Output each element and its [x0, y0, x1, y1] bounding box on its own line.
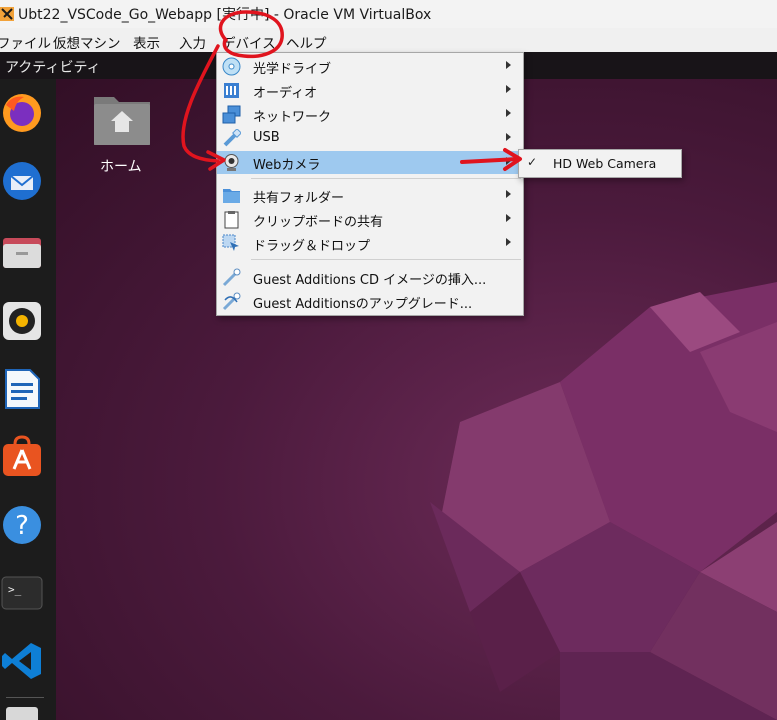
window-title: Ubt22_VSCode_Go_Webapp [実行中] - Oracle VM… — [18, 7, 432, 23]
check-icon: ✓ — [527, 155, 538, 169]
network-icon — [222, 105, 241, 124]
writer-icon[interactable] — [0, 367, 44, 411]
menu-item-upgrade-guest-additions[interactable]: Guest Additionsのアップグレード... — [217, 290, 523, 313]
submenu-item-label: HD Web Camera — [553, 156, 657, 171]
menu-item-label: USB — [253, 130, 280, 145]
menu-separator — [251, 178, 521, 179]
guest-additions-upgrade-icon — [222, 292, 241, 311]
home-folder-label: ホーム — [100, 159, 142, 175]
audio-icon — [224, 83, 239, 98]
menu-item-label: Guest Additionsのアップグレード... — [253, 297, 473, 312]
menu-bar: ファイル 仮想マシン 表示 入力 デバイス ヘルプ — [0, 28, 777, 52]
submenu-item-hd-web-camera[interactable]: ✓ HD Web Camera — [519, 150, 681, 177]
drag-drop-icon — [222, 234, 239, 251]
help-icon[interactable]: ? — [0, 503, 44, 547]
shared-folder-icon — [223, 189, 240, 203]
terminal-icon[interactable]: >_ — [0, 571, 44, 615]
thunderbird-icon[interactable] — [0, 159, 44, 203]
menu-item-network[interactable]: ネットワーク — [217, 103, 523, 126]
rhythmbox-icon[interactable] — [0, 299, 44, 343]
submenu-arrow-icon — [506, 61, 511, 69]
devices-menu: 光学ドライブ オーディオ ネットワーク USB Webカメラ 共有フォルダー ク… — [216, 52, 524, 316]
menu-item-shared-folders[interactable]: 共有フォルダー — [217, 184, 523, 207]
submenu-arrow-icon — [506, 109, 511, 117]
optical-drive-icon — [222, 57, 241, 76]
window-title-bar: Ubt22_VSCode_Go_Webapp [実行中] - Oracle VM… — [0, 0, 777, 28]
menu-item-usb[interactable]: USB — [217, 127, 523, 150]
home-folder-icon[interactable] — [92, 91, 152, 147]
svg-text:>_: >_ — [8, 583, 22, 596]
usb-icon — [223, 129, 241, 147]
submenu-arrow-icon — [506, 85, 511, 93]
menu-item-optical-drive[interactable]: 光学ドライブ — [217, 55, 523, 78]
submenu-arrow-icon — [506, 238, 511, 246]
menu-item-label: 光学ドライブ — [253, 62, 332, 77]
menu-item-label: ネットワーク — [253, 110, 332, 125]
clipboard-icon — [224, 211, 239, 229]
menu-item-insert-guest-additions[interactable]: Guest Additions CD イメージの挿入... — [217, 266, 523, 289]
menu-item-label: ドラッグ＆ドロップ — [253, 239, 371, 254]
menu-machine[interactable]: 仮想マシン — [53, 32, 121, 52]
svg-text:?: ? — [15, 511, 29, 541]
ubuntu-dock: ? >_ — [0, 79, 56, 720]
drive-icon[interactable] — [0, 703, 44, 720]
files-icon[interactable] — [0, 231, 44, 275]
menu-devices[interactable]: デバイス — [222, 32, 276, 52]
menu-input[interactable]: 入力 — [179, 32, 206, 52]
submenu-arrow-icon — [506, 133, 511, 141]
menu-item-webcam[interactable]: Webカメラ — [217, 151, 523, 174]
menu-file[interactable]: ファイル — [0, 32, 51, 52]
submenu-arrow-icon — [506, 157, 511, 165]
menu-item-drag-drop[interactable]: ドラッグ＆ドロップ — [217, 232, 523, 255]
app-center-icon[interactable] — [0, 435, 44, 479]
menu-view[interactable]: 表示 — [133, 32, 160, 52]
guest-additions-cd-icon — [222, 268, 241, 287]
menu-item-audio[interactable]: オーディオ — [217, 79, 523, 102]
menu-item-clipboard[interactable]: クリップボードの共有 — [217, 208, 523, 231]
webcam-icon — [224, 154, 239, 171]
firefox-icon[interactable] — [0, 91, 44, 135]
submenu-arrow-icon — [506, 214, 511, 222]
submenu-arrow-icon — [506, 190, 511, 198]
menu-separator — [251, 259, 521, 260]
menu-item-label: Guest Additions CD イメージの挿入... — [253, 273, 487, 288]
activities-button[interactable]: アクティビティ — [5, 57, 101, 77]
menu-item-label: オーディオ — [253, 86, 318, 101]
menu-help[interactable]: ヘルプ — [286, 32, 327, 52]
menu-item-label: 共有フォルダー — [253, 191, 345, 206]
menu-item-label: クリップボードの共有 — [253, 215, 384, 230]
dock-separator — [6, 697, 44, 698]
virtualbox-app-icon — [0, 7, 14, 21]
menu-item-label: Webカメラ — [253, 158, 321, 173]
vscode-icon[interactable] — [0, 639, 44, 683]
webcam-submenu: ✓ HD Web Camera — [518, 149, 682, 178]
